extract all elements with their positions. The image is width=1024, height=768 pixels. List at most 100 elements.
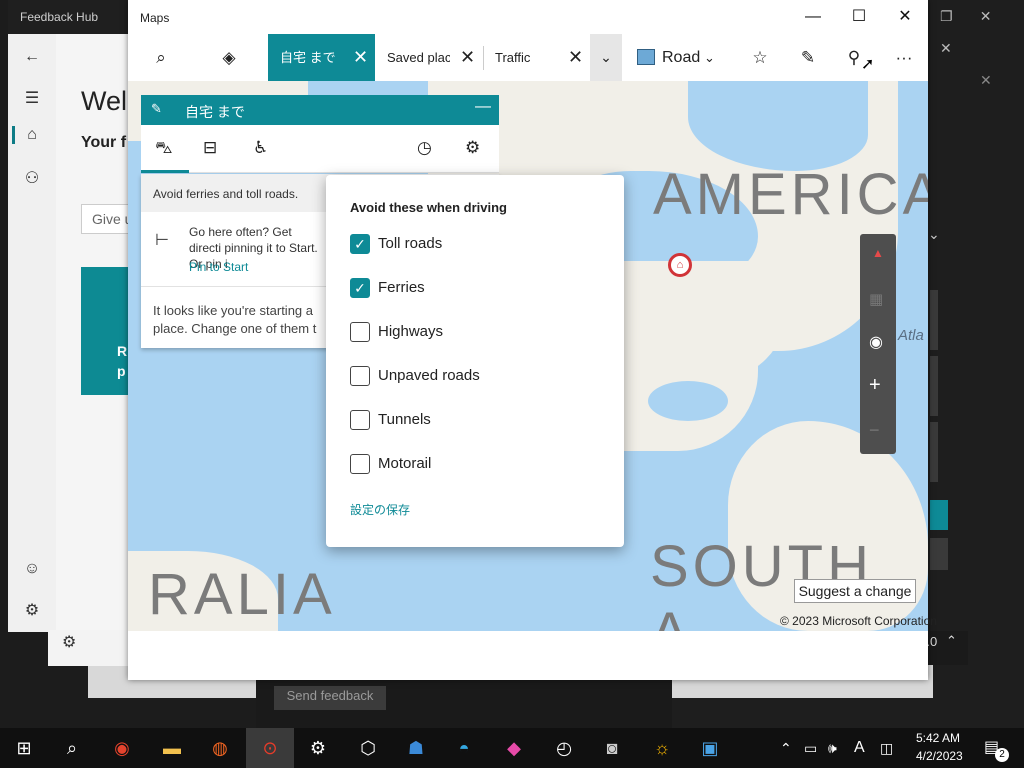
pin-to-start-link[interactable]: Pin to Start [189, 260, 248, 274]
more-options-icon[interactable]: ··· [881, 34, 927, 81]
notification-badge: 2 [995, 748, 1009, 762]
feedback-hub-title: Feedback Hub [8, 0, 128, 34]
close-button[interactable]: ✕ [882, 0, 928, 34]
clock-date[interactable]: 4/2/2023 [916, 749, 963, 763]
compass-icon[interactable]: ▲ [871, 246, 885, 264]
ink-pen-icon[interactable]: ✎ [785, 34, 831, 81]
maps-taskbar-icon[interactable]: ⊙ [246, 728, 294, 768]
show-hidden-icons-chevron[interactable]: ⌃ [780, 728, 792, 768]
map-style-icon [637, 49, 655, 65]
camera-icon[interactable]: ◙ [588, 728, 636, 768]
background-close-icon[interactable]: ✕ [930, 34, 1024, 64]
start-warning-text: It looks like you're starting a place. C… [153, 303, 317, 336]
pin-icon: ⊢ [155, 232, 169, 249]
ferries-label[interactable]: Ferries [378, 279, 425, 296]
ferries-checkbox[interactable]: ✓ [350, 278, 370, 298]
background-window-controls[interactable]: ❐ ✕ [940, 8, 1024, 28]
route-settings-gear-icon[interactable]: ⚙ [465, 138, 480, 158]
background-close-icon-2[interactable]: ✕ [960, 64, 1024, 94]
walking-icon[interactable]: ♿ [253, 138, 268, 158]
hamburger-menu-icon[interactable]: ☰ [8, 88, 56, 108]
unpaved-roads-checkbox[interactable] [350, 366, 370, 386]
back-arrow-icon[interactable]: ← [8, 48, 56, 66]
favorites-icon[interactable]: ☆ [737, 34, 783, 81]
tab-saved-places[interactable]: Saved plac [375, 34, 450, 81]
background-block [930, 290, 938, 350]
background-chevron-icon[interactable]: ⌄ [928, 226, 940, 243]
collapse-panel-icon[interactable]: — [475, 98, 491, 116]
map-label-america: AMERICA [653, 162, 928, 227]
motorail-label[interactable]: Motorail [378, 455, 431, 472]
settings-gear-icon[interactable]: ⚙ [8, 600, 56, 620]
zoom-in-icon[interactable]: + [869, 374, 881, 397]
tips-icon[interactable]: ◓ [440, 728, 488, 768]
app-icon[interactable]: ◍ [196, 728, 244, 768]
clock-time[interactable]: 5:42 AM [916, 731, 960, 745]
close-tab-icon[interactable]: ✕ [460, 34, 475, 81]
map-label-atlantic: Atla [898, 327, 924, 344]
ime-icon[interactable]: ◫ [880, 728, 893, 768]
search-icon[interactable]: ⌕ [138, 34, 184, 81]
start-windows-icon[interactable]: ⊞ [0, 728, 48, 768]
motorail-checkbox[interactable] [350, 454, 370, 474]
user-add-icon[interactable]: ☺ [8, 560, 56, 578]
view-mode-chevron-icon[interactable]: ⌄ [704, 34, 715, 81]
settings-taskbar-icon[interactable]: ⚙ [294, 728, 342, 768]
zoom-out-icon[interactable]: − [869, 420, 880, 441]
maps-window-title: Maps [140, 11, 170, 25]
save-settings-link[interactable]: 設定の保存 [350, 501, 410, 518]
toll-roads-checkbox[interactable]: ✓ [350, 234, 370, 254]
suggest-change-button[interactable]: Suggest a change [794, 579, 916, 603]
tilt-grid-icon[interactable]: ▦ [869, 290, 883, 308]
maximize-button[interactable]: ☐ [836, 0, 882, 34]
toll-roads-label[interactable]: Toll roads [378, 235, 442, 252]
directions-panel-header[interactable]: ✎ 自宅 まで — [141, 95, 499, 125]
highways-checkbox[interactable] [350, 322, 370, 342]
background-window [48, 630, 128, 666]
gulf-of-mexico [648, 381, 728, 421]
transit-icon[interactable]: ⊟ [203, 138, 217, 158]
background-block [930, 538, 948, 570]
minimize-button[interactable]: — [790, 0, 836, 34]
unpaved-roads-label[interactable]: Unpaved roads [378, 367, 480, 384]
tabs-overflow-chevron-icon[interactable]: ⌄ [590, 34, 622, 81]
search-icon[interactable]: ⌕ [48, 728, 96, 768]
home-icon[interactable]: ⌂ [8, 126, 56, 144]
feedback-icon[interactable]: ⚇ [8, 168, 56, 188]
promo-text-1: R [117, 343, 128, 359]
edit-pencil-icon[interactable]: ✎ [151, 101, 162, 117]
travel-mode-bar: ⛍ ⊟ ♿ ◷ ⚙ [141, 125, 499, 173]
view-mode-label[interactable]: Road [662, 34, 700, 81]
alarms-clock-icon[interactable]: ◴ [540, 728, 588, 768]
close-tab-icon[interactable]: ✕ [568, 34, 583, 81]
clock-icon[interactable]: ◷ [417, 138, 432, 158]
tunnels-label[interactable]: Tunnels [378, 411, 431, 428]
close-tab-icon[interactable]: ✕ [353, 34, 368, 81]
car-icon[interactable]: ⛍ [155, 138, 173, 160]
my-location-icon[interactable]: ◉ [869, 332, 883, 352]
home-pin-icon[interactable]: ⌂ [668, 253, 692, 277]
weather-icon[interactable]: ☼ [638, 728, 686, 768]
paint-icon[interactable]: ◆ [490, 728, 538, 768]
settings-gear-icon-2[interactable]: ⚙ [62, 632, 76, 652]
directions-icon[interactable]: ◈ [206, 34, 252, 81]
volume-icon[interactable]: 🕪 [828, 728, 837, 768]
network-icon[interactable]: ▭ [804, 728, 817, 768]
welcome-subtitle: Your f [81, 134, 127, 151]
chrome-icon[interactable]: ◉ [98, 728, 146, 768]
3d-viewer-icon[interactable]: ⬡ [344, 728, 392, 768]
people-icon[interactable]: ☗ [392, 728, 440, 768]
tunnels-checkbox[interactable] [350, 410, 370, 430]
highways-label[interactable]: Highways [378, 323, 443, 340]
action-center-icon[interactable]: ▤ [984, 728, 999, 768]
store-icon[interactable]: ▣ [686, 728, 734, 768]
welcome-heading: Wel [81, 86, 128, 116]
avoid-options-menu [326, 175, 624, 547]
input-indicator-icon[interactable]: A [854, 728, 865, 768]
file-explorer-icon[interactable]: ▬ [148, 728, 196, 768]
tab-traffic[interactable]: Traffic [483, 34, 563, 81]
feedback-hub-sidebar [8, 34, 56, 632]
background-block [930, 356, 938, 416]
send-feedback-button[interactable]: Send feedback [274, 686, 386, 710]
chevron-up-icon[interactable]: ⌃ [946, 633, 957, 649]
